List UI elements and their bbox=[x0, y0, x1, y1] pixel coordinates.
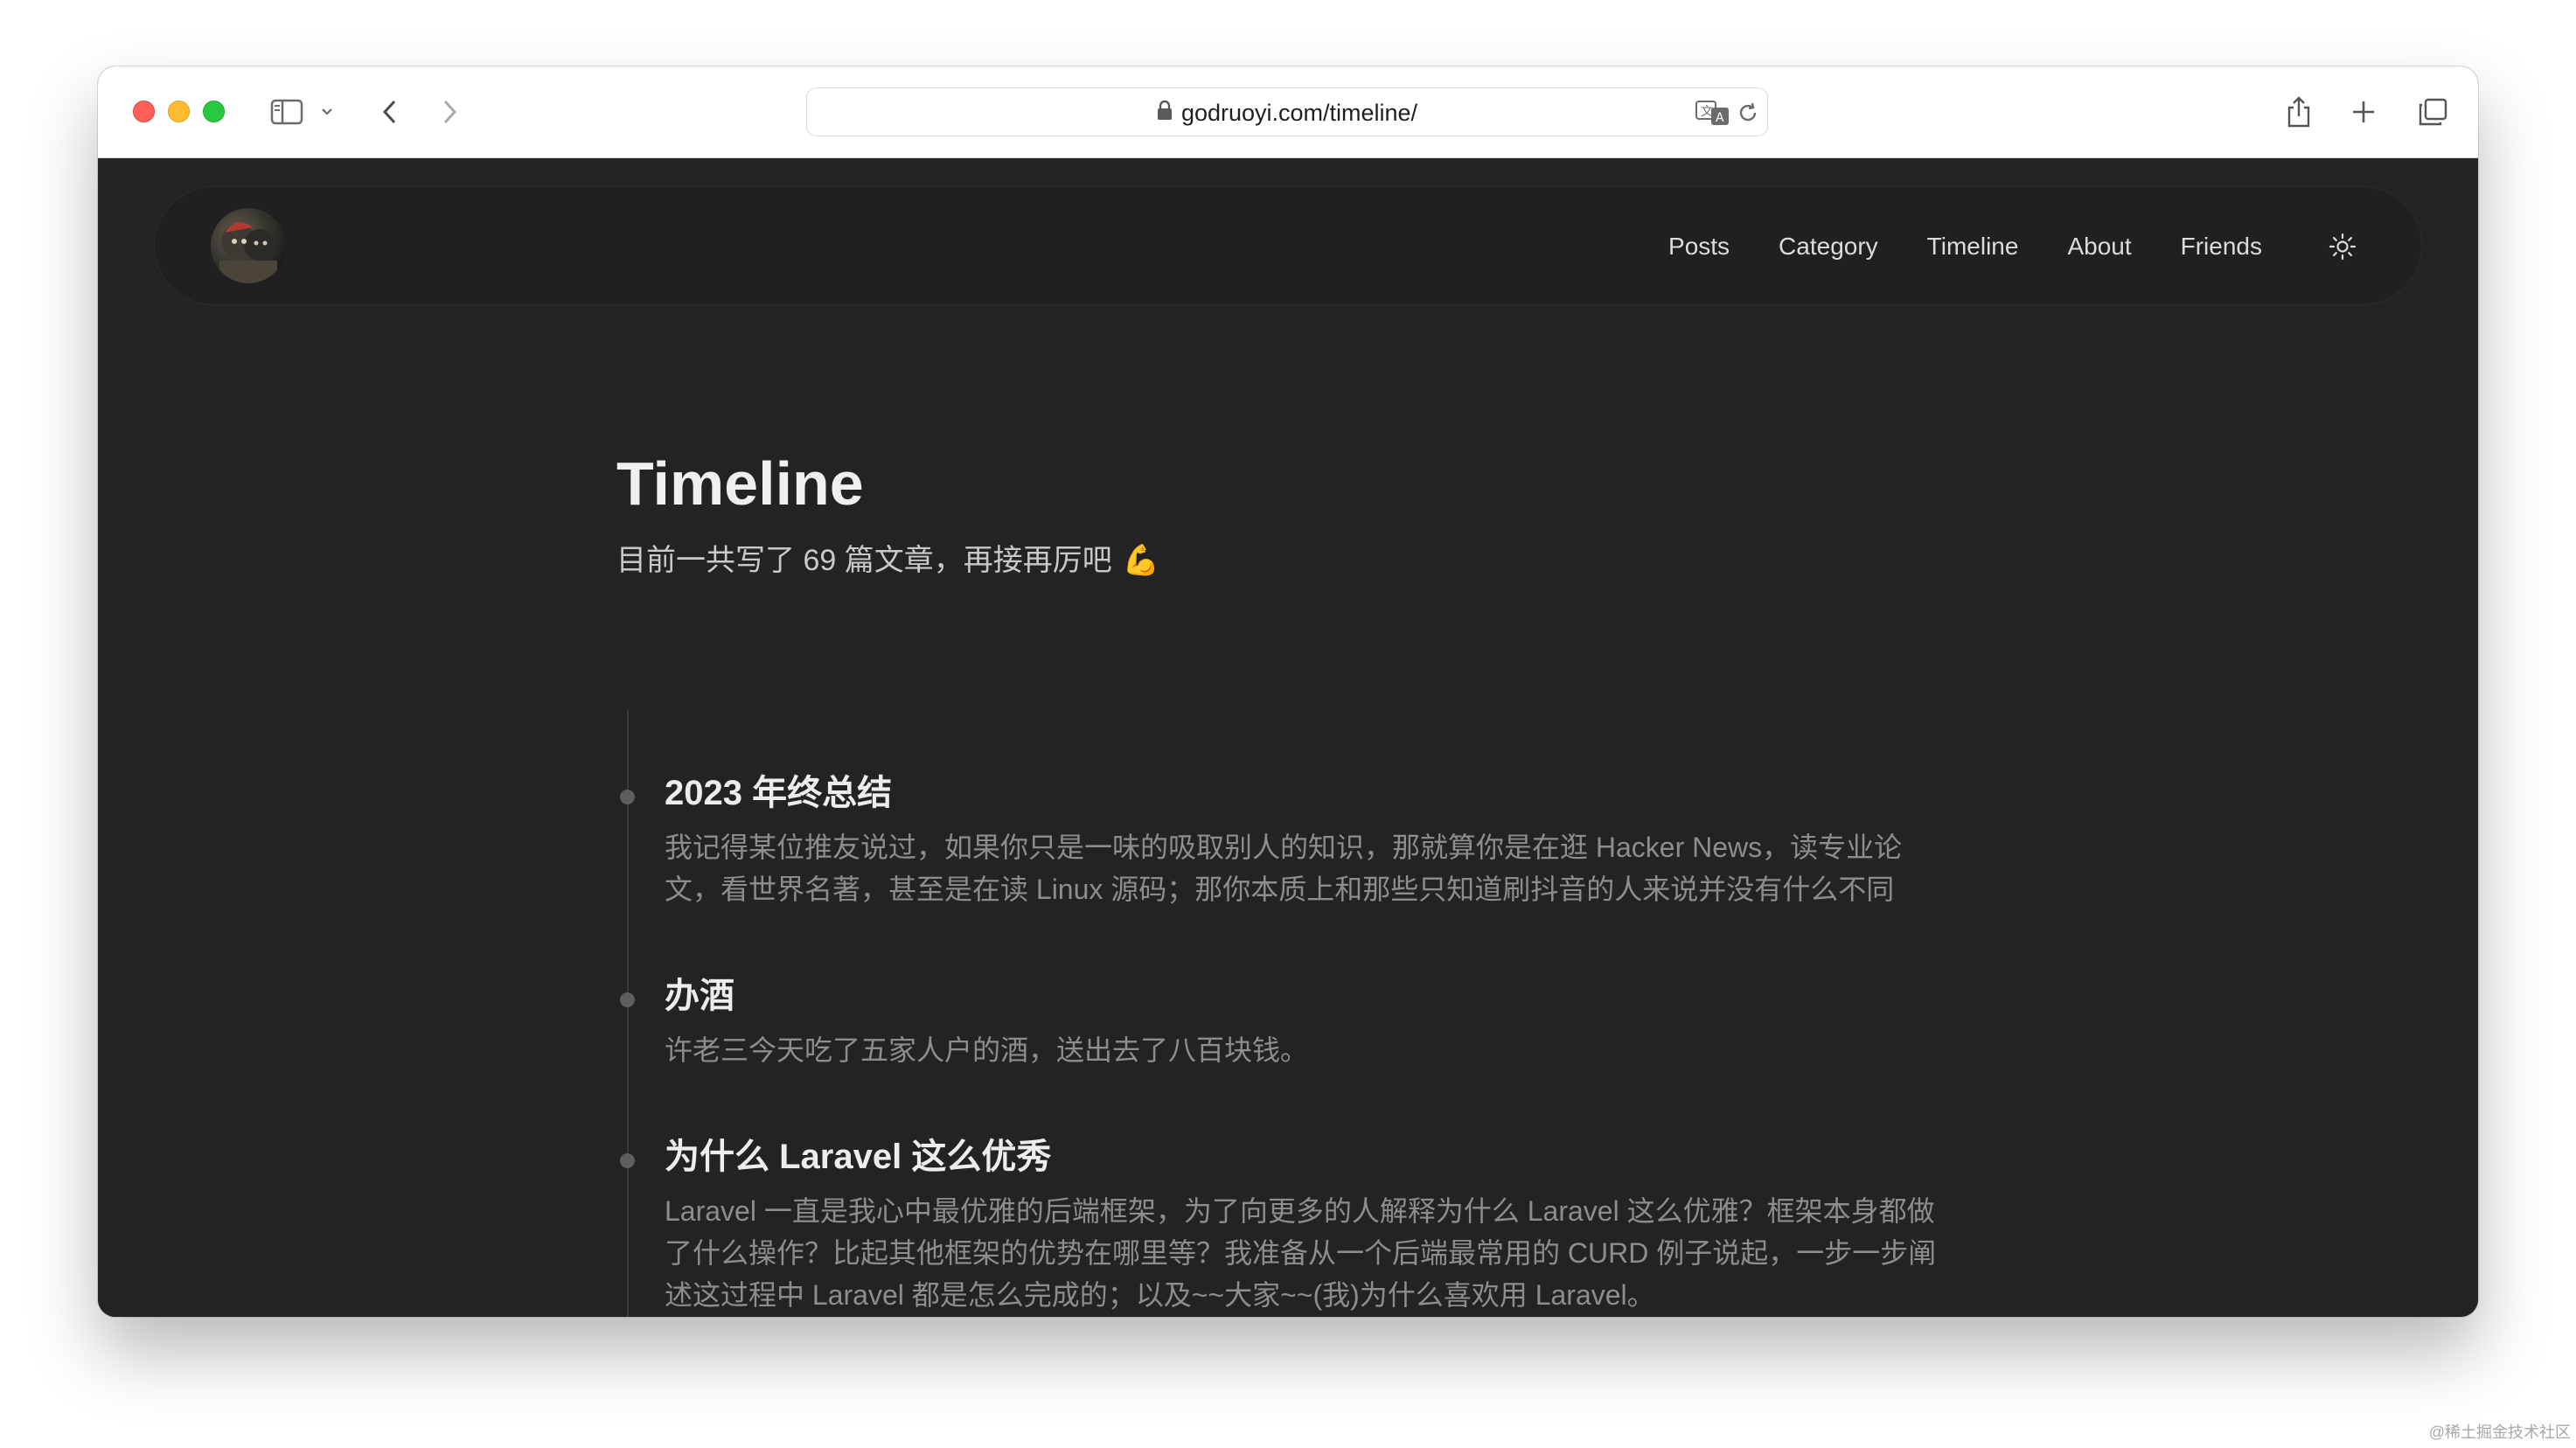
flexed-biceps-emoji: 💪 bbox=[1122, 544, 1160, 577]
watermark: @稀土掘金技术社区 bbox=[2428, 1424, 2571, 1441]
plus-icon[interactable] bbox=[2349, 93, 2378, 131]
url-text: godruoyi.com/timeline/ bbox=[1180, 100, 1418, 126]
site-header: Posts Category Timeline About Friends bbox=[154, 186, 2422, 305]
forward-arrow-icon[interactable] bbox=[437, 93, 463, 131]
timeline-dot bbox=[620, 1153, 635, 1168]
post-title[interactable]: 办酒 bbox=[665, 971, 735, 1020]
nav-timeline[interactable]: Timeline bbox=[1927, 233, 2019, 261]
minimize-window-button[interactable] bbox=[168, 101, 190, 122]
share-icon[interactable] bbox=[2284, 93, 2314, 131]
back-arrow-icon[interactable] bbox=[376, 93, 402, 131]
translate-icon[interactable]: 文A bbox=[1695, 99, 1730, 131]
post-excerpt: 许老三今天吃了五家人户的酒，送出去了八百块钱。 bbox=[665, 1029, 1967, 1071]
chevron-down-icon[interactable] bbox=[318, 93, 336, 131]
browser-window: godruoyi.com/timeline/ 文A Posts Category… bbox=[98, 66, 2478, 1317]
excerpt-line: 文，看世界名著，甚至是在读 Linux 源码；那你本质上和那些只知道刷抖音的人来… bbox=[665, 874, 1895, 905]
tab-overview-icon[interactable] bbox=[2415, 93, 2450, 131]
nav-category[interactable]: Category bbox=[1779, 233, 1878, 261]
excerpt-line: 了什么操作？比起其他框架的优势在哪里等？我准备从一个后端最常用的 CURD 例子… bbox=[665, 1237, 1937, 1269]
excerpt-line: Laravel 一直是我心中最优雅的后端框架，为了向更多的人解释为什么 Lara… bbox=[665, 1195, 1935, 1227]
close-window-button[interactable] bbox=[133, 101, 155, 122]
post-title[interactable]: 2023 年终总结 bbox=[665, 769, 892, 818]
browser-toolbar: godruoyi.com/timeline/ 文A bbox=[98, 66, 2478, 158]
post-excerpt: Laravel 一直是我心中最优雅的后端框架，为了向更多的人解释为什么 Lara… bbox=[665, 1190, 1967, 1316]
nav-posts[interactable]: Posts bbox=[1668, 233, 1730, 261]
page-subtitle: 目前一共写了 69 篇文章，再接再厉吧 💪 bbox=[616, 540, 1159, 581]
subtitle-text: 目前一共写了 69 篇文章，再接再厉吧 bbox=[616, 544, 1112, 577]
nav-about[interactable]: About bbox=[2067, 233, 2131, 261]
svg-text:文: 文 bbox=[1701, 105, 1713, 119]
nav-friends[interactable]: Friends bbox=[2181, 233, 2262, 261]
nav-links: Posts Category Timeline About Friends bbox=[1668, 187, 2421, 306]
excerpt-line: 述这过程中 Laravel 都是怎么完成的；以及~~大家~~(我)为什么喜欢用 … bbox=[665, 1279, 1655, 1311]
excerpt-line: 我记得某位推友说过，如果你只是一味的吸取别人的知识，那就算你是在逛 Hacker… bbox=[665, 832, 1903, 863]
page-title: Timeline bbox=[616, 449, 864, 518]
web-page: Posts Category Timeline About Friends Ti… bbox=[98, 158, 2478, 1317]
reload-icon[interactable] bbox=[1736, 101, 1760, 129]
maximize-window-button[interactable] bbox=[203, 101, 225, 122]
sidebar-icon[interactable] bbox=[269, 93, 304, 131]
url-display[interactable]: godruoyi.com/timeline/ bbox=[807, 88, 1767, 137]
post-excerpt: 我记得某位推友说过，如果你只是一味的吸取别人的知识，那就算你是在逛 Hacker… bbox=[665, 826, 1967, 910]
sun-icon[interactable] bbox=[2325, 229, 2360, 264]
svg-text:A: A bbox=[1716, 111, 1724, 125]
avatar[interactable] bbox=[211, 208, 286, 283]
address-bar[interactable]: godruoyi.com/timeline/ 文A bbox=[806, 87, 1768, 136]
post-title[interactable]: 为什么 Laravel 这么优秀 bbox=[665, 1132, 1051, 1181]
excerpt-line: 许老三今天吃了五家人户的酒，送出去了八百块钱。 bbox=[665, 1034, 1309, 1066]
lock-icon bbox=[1157, 88, 1173, 137]
timeline-dot bbox=[620, 790, 635, 804]
timeline-dot bbox=[620, 992, 635, 1007]
